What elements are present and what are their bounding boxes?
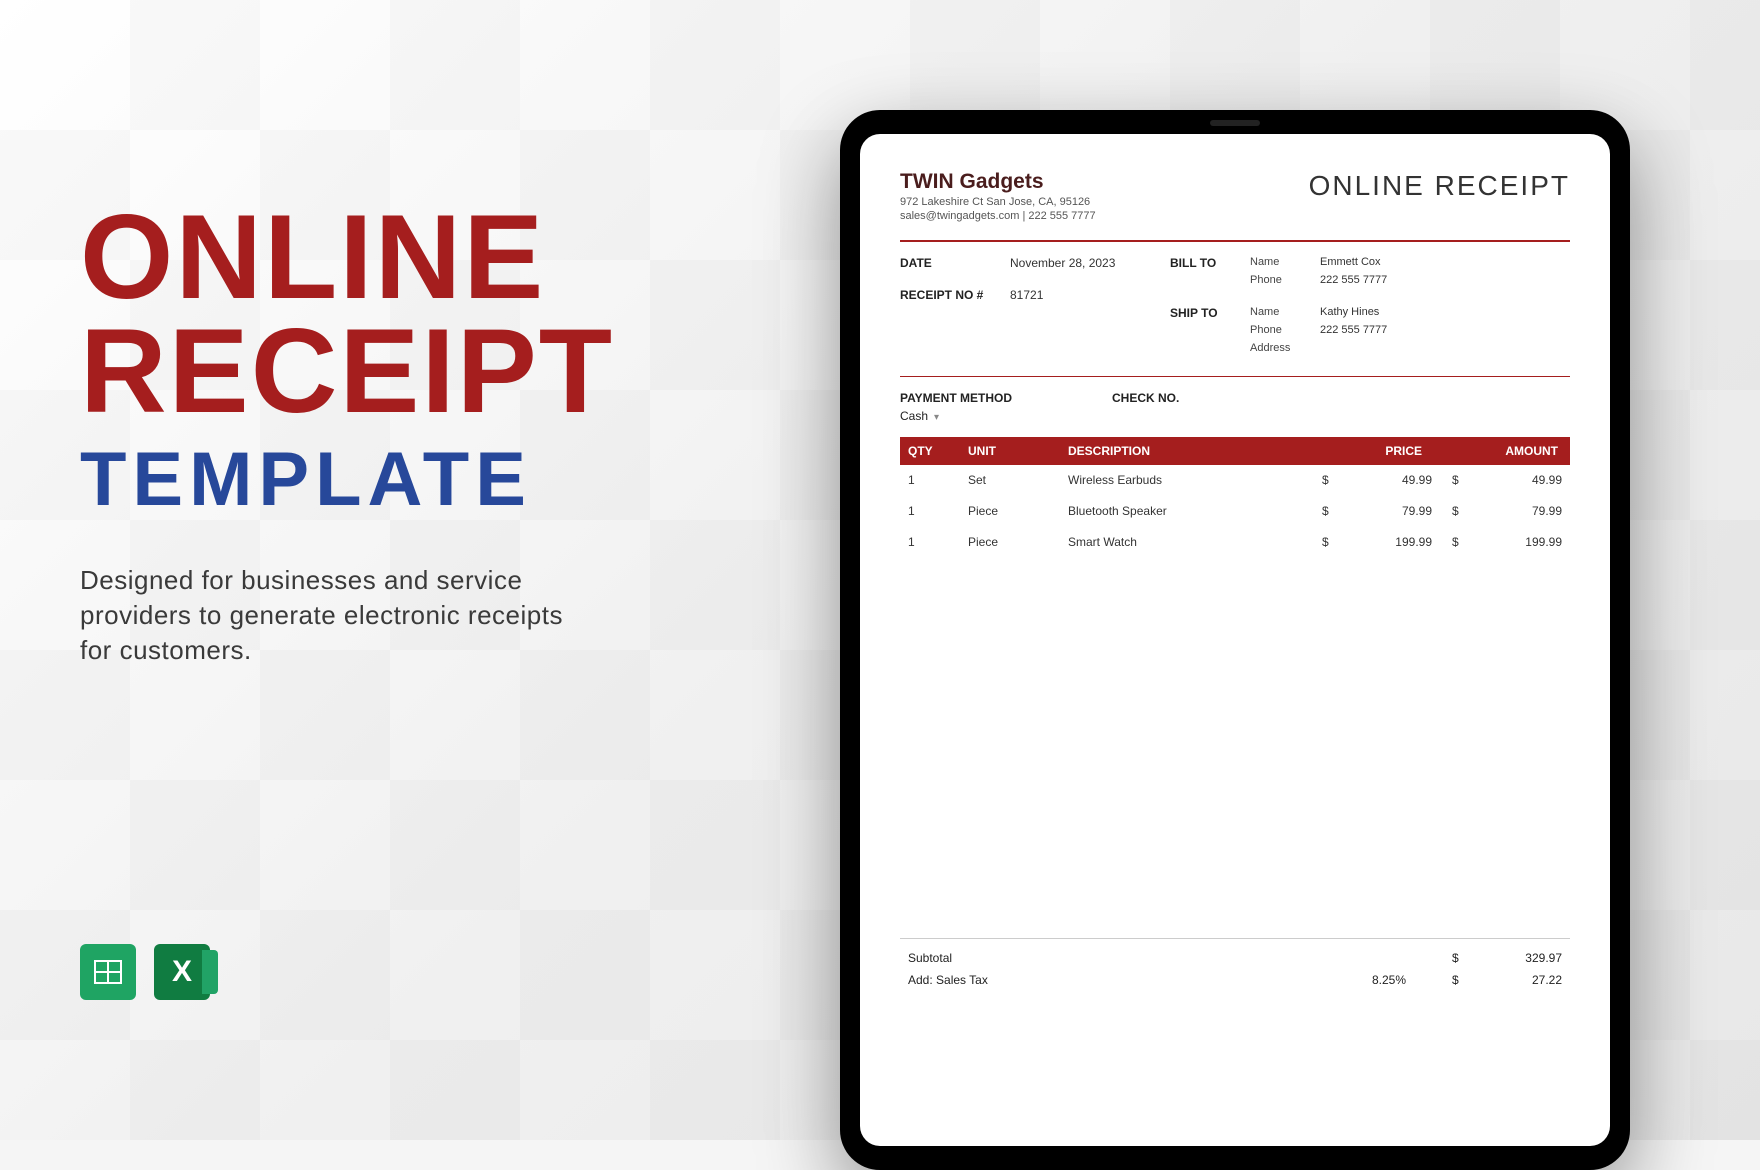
company-block: TWIN Gadgets 972 Lakeshire Ct San Jose, …	[900, 170, 1096, 222]
cell-qty: 1	[908, 473, 968, 487]
payment-method-block: PAYMENT METHOD Cash▾	[900, 391, 1012, 423]
subtotal-label: Subtotal	[908, 951, 1372, 965]
col-desc: DESCRIPTION	[1068, 444, 1322, 458]
payment-method-select[interactable]: Cash▾	[900, 409, 1012, 423]
check-no-block: CHECK NO.	[1112, 391, 1179, 423]
cell-price: $79.99	[1322, 504, 1452, 518]
col-amount: AMOUNT	[1452, 444, 1562, 458]
cell-desc: Bluetooth Speaker	[1068, 504, 1322, 518]
col-price: PRICE	[1322, 444, 1452, 458]
ship-address-label: Address	[1250, 342, 1320, 354]
title-line-2: RECEIPT	[80, 314, 600, 428]
cell-unit: Set	[968, 473, 1068, 487]
cell-qty: 1	[908, 535, 968, 549]
check-no-label: CHECK NO.	[1112, 391, 1179, 405]
payment-method-label: PAYMENT METHOD	[900, 391, 1012, 405]
divider	[900, 240, 1570, 242]
cell-desc: Smart Watch	[1068, 535, 1322, 549]
table-row: 1SetWireless Earbuds$49.99$49.99	[900, 465, 1570, 496]
bill-name-label: Name	[1250, 256, 1320, 268]
receipt-document: TWIN Gadgets 972 Lakeshire Ct San Jose, …	[860, 134, 1610, 1146]
tax-value: 27.22	[1532, 973, 1562, 987]
cell-price: $199.99	[1322, 535, 1452, 549]
totals-block: Subtotal $329.97 Add: Sales Tax 8.25% $2…	[900, 938, 1570, 991]
hero-text-block: ONLINE RECEIPT TEMPLATE Designed for bus…	[80, 200, 600, 668]
subtotal-value: 329.97	[1525, 951, 1562, 965]
meta-right: BILL TO NameEmmett Cox Phone222 555 7777…	[1170, 256, 1570, 366]
cell-unit: Piece	[968, 504, 1068, 518]
currency: $	[1452, 973, 1459, 987]
bill-phone: 222 555 7777	[1320, 274, 1387, 286]
meta-left: DATE November 28, 2023 RECEIPT NO # 8172…	[900, 256, 1170, 366]
tablet-frame: TWIN Gadgets 972 Lakeshire Ct San Jose, …	[840, 110, 1630, 1170]
company-name: TWIN Gadgets	[900, 170, 1096, 194]
col-qty: QTY	[908, 444, 968, 458]
title-line-1: ONLINE	[80, 200, 600, 314]
cell-amount: $199.99	[1452, 535, 1562, 549]
google-sheets-icon	[80, 944, 136, 1000]
company-contact: sales@twingadgets.com | 222 555 7777	[900, 210, 1096, 222]
hero-description: Designed for businesses and service prov…	[80, 563, 600, 668]
company-address: 972 Lakeshire Ct San Jose, CA, 95126	[900, 196, 1096, 208]
cell-unit: Piece	[968, 535, 1068, 549]
ship-name-label: Name	[1250, 306, 1320, 318]
excel-icon: X	[154, 944, 210, 1000]
tax-label: Add: Sales Tax	[908, 973, 1372, 987]
hero-title: ONLINE RECEIPT	[80, 200, 600, 428]
cell-price: $49.99	[1322, 473, 1452, 487]
table-row: 1PieceBluetooth Speaker$79.99$79.99	[900, 496, 1570, 527]
ship-phone: 222 555 7777	[1320, 324, 1387, 336]
bill-to-label: BILL TO	[1170, 256, 1250, 292]
table-row: 1PieceSmart Watch$199.99$199.99	[900, 527, 1570, 558]
document-title: ONLINE RECEIPT	[1309, 170, 1570, 202]
cell-desc: Wireless Earbuds	[1068, 473, 1322, 487]
cell-qty: 1	[908, 504, 968, 518]
tax-rate: 8.25%	[1372, 973, 1452, 987]
chevron-down-icon: ▾	[934, 412, 939, 423]
cell-amount: $49.99	[1452, 473, 1562, 487]
date-value: November 28, 2023	[1010, 256, 1115, 270]
items-body: 1SetWireless Earbuds$49.99$49.991PieceBl…	[900, 465, 1570, 558]
ship-phone-label: Phone	[1250, 324, 1320, 336]
divider	[900, 376, 1570, 377]
receipt-no-label: RECEIPT NO #	[900, 288, 1010, 302]
app-icons: X	[80, 944, 210, 1000]
hero-subtitle: TEMPLATE	[80, 436, 600, 523]
receipt-no-value: 81721	[1010, 288, 1043, 302]
date-label: DATE	[900, 256, 1010, 270]
items-header: QTY UNIT DESCRIPTION PRICE AMOUNT	[900, 437, 1570, 465]
col-unit: UNIT	[968, 444, 1068, 458]
currency: $	[1452, 951, 1459, 965]
bill-phone-label: Phone	[1250, 274, 1320, 286]
ship-to-label: SHIP TO	[1170, 306, 1250, 360]
cell-amount: $79.99	[1452, 504, 1562, 518]
ship-name: Kathy Hines	[1320, 306, 1379, 318]
bill-name: Emmett Cox	[1320, 256, 1381, 268]
